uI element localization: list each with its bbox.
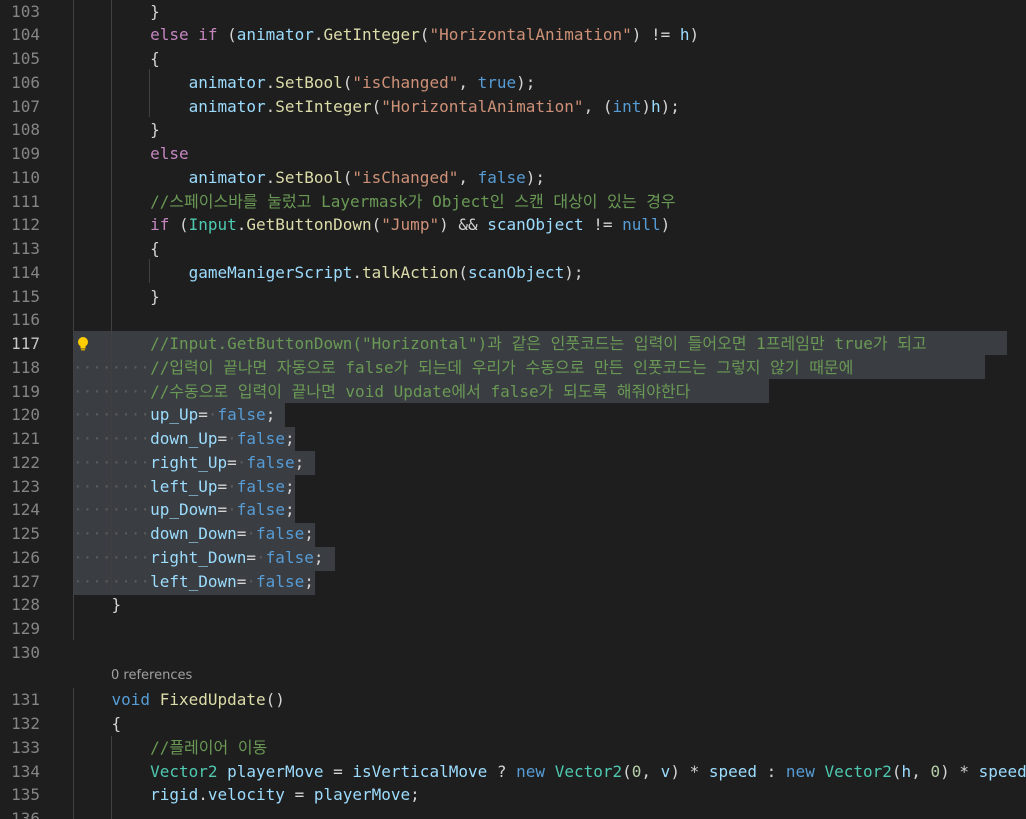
- code-line[interactable]: //Input.GetButtonDown("Horizontal")과 같은 …: [73, 332, 927, 356]
- line-number: 114: [11, 263, 40, 282]
- line-number: 127: [11, 572, 40, 591]
- line-number: 125: [11, 524, 40, 543]
- line-number: 130: [11, 643, 40, 662]
- code-line[interactable]: void FixedUpdate(): [73, 688, 285, 712]
- code-line[interactable]: {: [73, 712, 122, 736]
- line-number: 135: [11, 785, 40, 804]
- line-number: 111: [11, 192, 40, 211]
- code-line[interactable]: if (Input.GetButtonDown("Jump") && scanO…: [73, 213, 670, 237]
- line-number: 128: [11, 595, 40, 614]
- line-number: 119: [11, 382, 40, 401]
- line-number: 103: [11, 2, 40, 21]
- code-line[interactable]: else if (animator.GetInteger("Horizontal…: [73, 23, 699, 47]
- line-number: 109: [11, 144, 40, 163]
- line-number: 124: [11, 500, 40, 519]
- code-line[interactable]: ········//입력이 끝나면 자동으로 false가 되는데 우리가 수동…: [73, 356, 853, 380]
- line-number: 133: [11, 738, 40, 757]
- code-line[interactable]: {: [73, 47, 160, 71]
- line-number: 136: [11, 809, 40, 819]
- code-line[interactable]: ········//수동으로 입력이 끝나면 void Update에서 fal…: [73, 380, 690, 404]
- line-number: 115: [11, 287, 40, 306]
- line-number-active: 117: [11, 334, 40, 353]
- line-number: 126: [11, 548, 40, 567]
- code-line[interactable]: ········down_Up=·false;: [73, 427, 295, 451]
- line-number: 129: [11, 619, 40, 638]
- code-line[interactable]: //플레이어 이동: [73, 736, 267, 760]
- code-line[interactable]: ········up_Up=·false;: [73, 403, 275, 427]
- line-number: 131: [11, 690, 40, 709]
- line-number: 120: [11, 405, 40, 424]
- code-line[interactable]: rigid.velocity = playerMove;: [73, 783, 420, 807]
- line-number: 113: [11, 239, 40, 258]
- code-line[interactable]: }: [73, 285, 160, 309]
- line-number: 134: [11, 762, 40, 781]
- code-line[interactable]: ········left_Up=·false;: [73, 475, 295, 499]
- line-number: 107: [11, 97, 40, 116]
- line-number: 118: [11, 358, 40, 377]
- code-line[interactable]: ········right_Down=·false;: [73, 546, 323, 570]
- code-line[interactable]: else: [73, 142, 189, 166]
- code-line[interactable]: gameManigerScript.talkAction(scanObject)…: [73, 261, 584, 285]
- code-editor[interactable]: 103 104 105 106 107 108 109 110 111 112 …: [0, 0, 1026, 819]
- code-line[interactable]: //스페이스바를 눌렀고 Layermask가 Object인 스캔 대상이 있…: [73, 190, 676, 214]
- line-number: 104: [11, 25, 40, 44]
- line-number: 112: [11, 215, 40, 234]
- line-number: 122: [11, 453, 40, 472]
- line-number: 108: [11, 120, 40, 139]
- line-number: 116: [11, 310, 40, 329]
- code-line[interactable]: ········up_Down=·false;: [73, 498, 295, 522]
- code-line[interactable]: ········right_Up=·false;: [73, 451, 304, 475]
- code-line[interactable]: ········down_Down=·false;: [73, 522, 314, 546]
- line-number: 105: [11, 49, 40, 68]
- code-line[interactable]: ········left_Down=·false;: [73, 570, 314, 594]
- code-line[interactable]: }: [73, 593, 122, 617]
- line-number: 106: [11, 73, 40, 92]
- line-number: 123: [11, 477, 40, 496]
- code-line[interactable]: }: [73, 118, 160, 142]
- code-line[interactable]: Vector2 playerMove = isVerticalMove ? ne…: [73, 760, 1026, 784]
- line-number: 121: [11, 429, 40, 448]
- codelens-references[interactable]: 0 references: [111, 664, 192, 688]
- code-line[interactable]: {: [73, 237, 160, 261]
- line-number: 132: [11, 714, 40, 733]
- code-line[interactable]: animator.SetInteger("HorizontalAnimation…: [73, 95, 680, 119]
- code-line[interactable]: animator.SetBool("isChanged", false);: [73, 166, 545, 190]
- line-number: 110: [11, 168, 40, 187]
- code-line[interactable]: }: [73, 0, 160, 24]
- code-line[interactable]: animator.SetBool("isChanged", true);: [73, 71, 536, 95]
